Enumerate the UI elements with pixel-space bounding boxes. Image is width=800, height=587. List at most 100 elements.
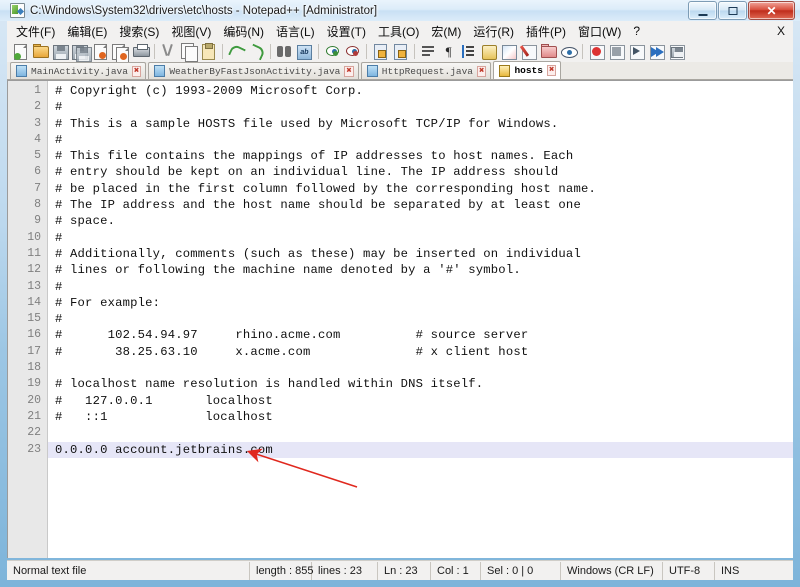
line-number: 2 [34, 100, 41, 114]
monitoring-icon[interactable] [559, 42, 578, 61]
document-map-icon[interactable] [499, 42, 518, 61]
folder-as-workspace-icon[interactable] [539, 42, 558, 61]
status-lines: lines : 23 [312, 561, 378, 580]
window-controls: ✕ [688, 1, 795, 20]
status-encoding[interactable]: UTF-8 [663, 561, 715, 580]
sync-scroll-vertical-icon[interactable] [371, 42, 390, 61]
code-line: # This file contains the mappings of IP … [55, 149, 574, 164]
record-macro-icon[interactable] [587, 42, 606, 61]
close-file-icon[interactable] [91, 42, 110, 61]
menu-macro[interactable]: 宏(M) [425, 21, 467, 42]
maximize-button[interactable] [718, 1, 747, 20]
status-eol-format[interactable]: Windows (CR LF) [561, 561, 663, 580]
window-title: C:\Windows\System32\drivers\etc\hosts - … [30, 4, 378, 17]
close-button[interactable]: ✕ [748, 1, 795, 20]
code-line: # [55, 230, 63, 245]
tab-httprequest-java[interactable]: HttpRequest.java ✖ [360, 62, 492, 79]
close-document-button[interactable]: X [773, 22, 793, 40]
menu-window[interactable]: 窗口(W) [572, 21, 627, 42]
status-selection: Sel : 0 | 0 [481, 561, 561, 580]
save-all-icon[interactable] [71, 42, 92, 62]
status-length: length : 855 [250, 561, 314, 580]
open-file-icon[interactable] [31, 42, 50, 61]
code-line: # 102.54.94.97 rhino.acme.com # source s… [55, 328, 529, 343]
line-number: 18 [27, 361, 41, 375]
line-number-gutter: 1 2 3 4 5 6 7 8 9 10 11 12 13 14 15 16 1… [8, 81, 48, 558]
tab-hosts[interactable]: hosts ✖ [493, 61, 562, 79]
tab-label: hosts [514, 65, 543, 76]
sync-scroll-horizontal-icon[interactable] [391, 42, 410, 61]
stop-macro-icon[interactable] [607, 42, 626, 61]
minimize-button[interactable] [688, 1, 717, 20]
undo-icon[interactable] [227, 42, 246, 61]
line-number: 4 [34, 132, 41, 146]
line-number: 3 [34, 116, 41, 130]
menu-language[interactable]: 语言(L) [270, 21, 321, 42]
paste-icon[interactable] [199, 42, 218, 61]
menu-settings[interactable]: 设置(T) [321, 21, 372, 42]
menu-plugins[interactable]: 插件(P) [520, 21, 572, 42]
user-defined-language-icon[interactable] [479, 42, 498, 61]
replace-icon[interactable]: ab [295, 42, 314, 61]
line-number: 11 [27, 246, 41, 260]
menu-encoding[interactable]: 编码(N) [217, 21, 270, 42]
line-number: 21 [27, 409, 41, 423]
line-number: 7 [34, 181, 41, 195]
line-number: 9 [34, 214, 41, 228]
status-line: Ln : 23 [378, 561, 431, 580]
minimize-icon [698, 13, 707, 16]
tab-label: WeatherByFastJsonActivity.java [169, 65, 341, 77]
menu-view[interactable]: 视图(V) [165, 21, 217, 42]
tab-weatherbyfastjsonactivity-java[interactable]: WeatherByFastJsonActivity.java ✖ [148, 62, 359, 79]
close-icon: ✕ [766, 3, 777, 18]
line-number: 1 [34, 84, 41, 97]
word-wrap-icon[interactable] [419, 42, 438, 61]
redo-icon[interactable] [247, 42, 266, 61]
run-macro-multiple-icon[interactable] [647, 42, 666, 61]
menu-edit[interactable]: 编辑(E) [61, 21, 113, 42]
function-list-icon[interactable] [519, 42, 538, 61]
code-line: # localhost name resolution is handled w… [55, 377, 484, 392]
zoom-in-icon[interactable] [323, 42, 342, 61]
save-icon[interactable] [51, 42, 70, 61]
toolbar-separator [154, 44, 155, 59]
toolbar-separator [582, 44, 583, 59]
tab-mainactivity-java[interactable]: MainActivity.java ✖ [10, 62, 147, 79]
copy-icon[interactable] [179, 42, 198, 62]
file-icon [499, 64, 511, 77]
editor-pane[interactable]: 1 2 3 4 5 6 7 8 9 10 11 12 13 14 15 16 1… [7, 80, 793, 558]
print-icon[interactable] [131, 42, 150, 61]
show-all-characters-icon[interactable]: ¶ [439, 42, 458, 61]
menu-file[interactable]: 文件(F) [10, 21, 61, 42]
playback-macro-icon[interactable] [627, 42, 646, 61]
line-number: 16 [27, 328, 41, 342]
cut-icon[interactable] [159, 42, 178, 61]
menu-help[interactable]: ? [627, 22, 646, 40]
code-line: # ::1 localhost [55, 409, 273, 424]
tab-close-icon[interactable]: ✖ [131, 65, 142, 77]
menu-search[interactable]: 搜索(S) [113, 21, 165, 42]
status-column: Col : 1 [431, 561, 481, 580]
find-icon[interactable] [275, 42, 294, 61]
tab-close-icon[interactable]: ✖ [344, 65, 354, 77]
code-line: # [55, 279, 63, 294]
save-macro-icon[interactable] [667, 42, 686, 61]
indent-guide-icon[interactable] [459, 42, 478, 61]
menu-tools[interactable]: 工具(O) [372, 21, 425, 42]
status-document-type: Normal text file [7, 561, 250, 580]
file-icon [16, 65, 27, 77]
zoom-out-icon[interactable] [343, 42, 362, 61]
close-all-icon[interactable] [111, 42, 130, 63]
toolbar-separator [222, 44, 223, 59]
status-insert-mode[interactable]: INS [715, 562, 739, 580]
new-file-icon[interactable] [11, 42, 30, 61]
tab-label: MainActivity.java [31, 65, 128, 77]
tab-close-icon[interactable]: ✖ [546, 65, 557, 76]
line-number: 10 [27, 230, 41, 244]
code-lines[interactable]: # Copyright (c) 1993-2009 Microsoft Corp… [48, 81, 793, 558]
menu-run[interactable]: 运行(R) [467, 21, 520, 42]
tab-close-icon[interactable]: ✖ [477, 65, 487, 77]
toolbar-separator [270, 44, 271, 59]
code-line: # entry should be kept on an individual … [55, 165, 559, 180]
